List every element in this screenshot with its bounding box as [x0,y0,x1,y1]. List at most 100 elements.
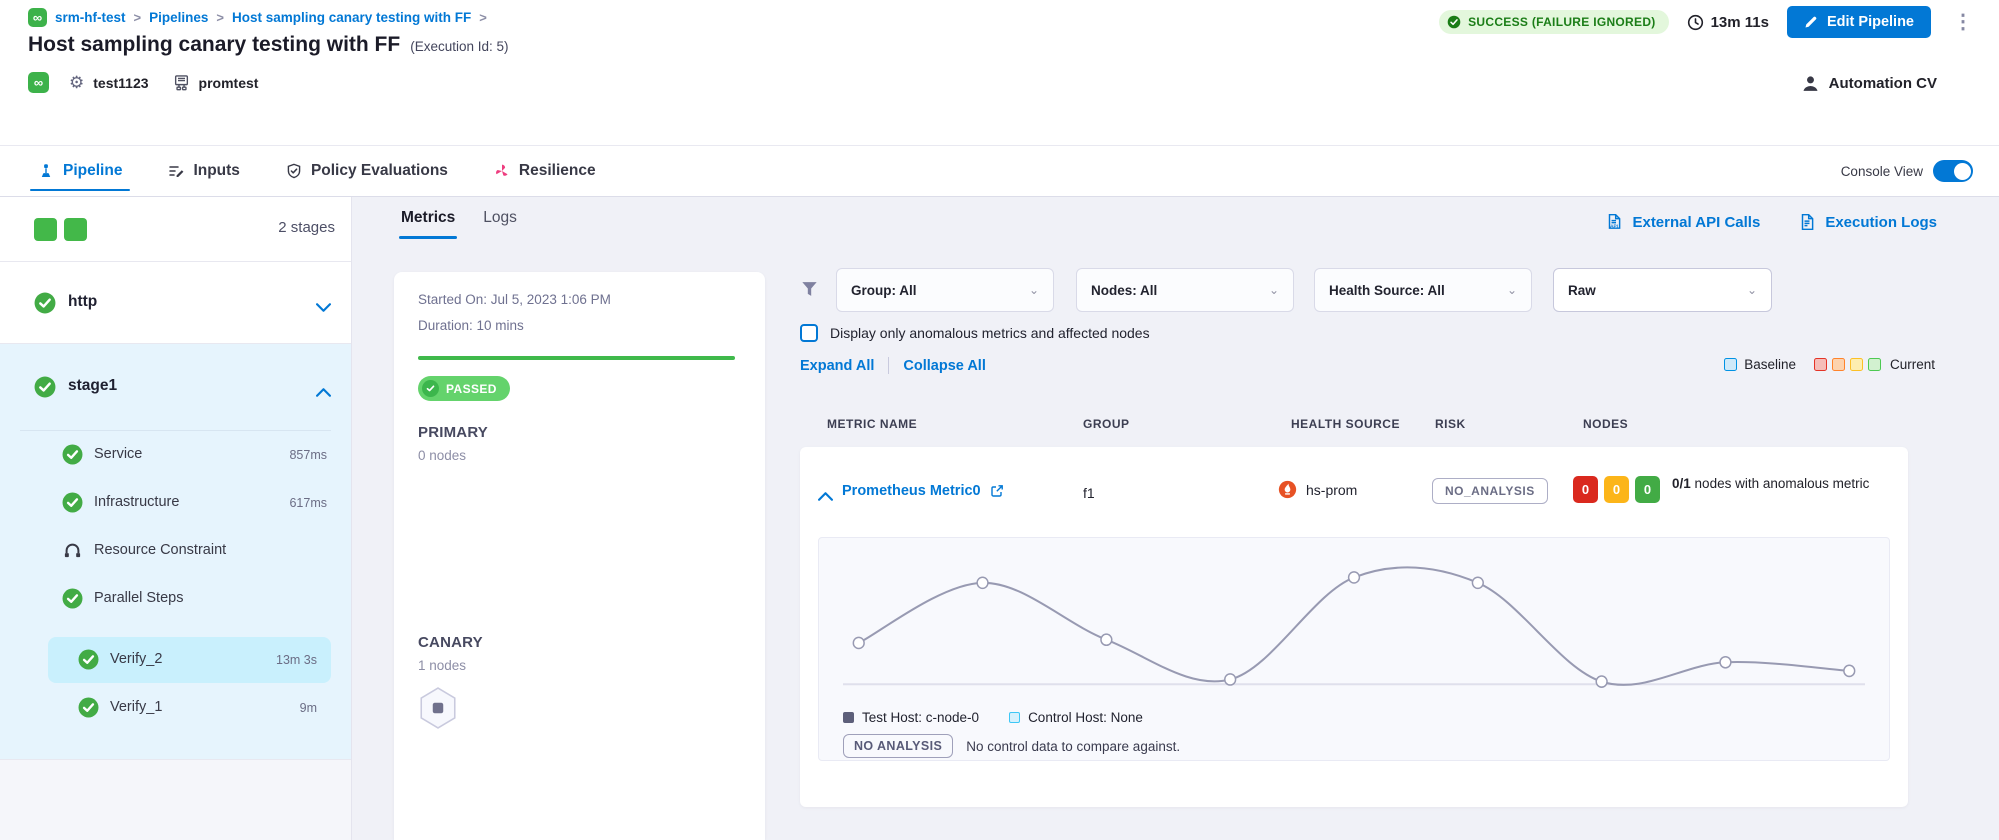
data-mode-dropdown[interactable]: Raw ⌄ [1553,268,1772,312]
external-api-calls-link[interactable]: API External API Calls [1605,213,1760,231]
execution-logs-link[interactable]: Execution Logs [1798,213,1937,231]
environment-icon [173,74,190,91]
chevron-down-icon: ⌄ [1269,283,1279,297]
header-actions: SUCCESS (FAILURE IGNORED) 13m 11s Edit P… [1439,6,1977,38]
metric-name-label: Prometheus Metric0 [842,483,981,499]
col-health-source: HEALTH SOURCE [1291,417,1400,431]
metric-chart-card: Test Host: c-node-0 Control Host: None N… [818,537,1890,761]
collapse-all-link[interactable]: Collapse All [903,358,985,374]
tab-resilience-label: Resilience [519,162,596,180]
test-host-label: Test Host: c-node-0 [862,710,979,725]
tab-policy-evaluations-label: Policy Evaluations [311,162,448,180]
sidebar-stage-stage1[interactable]: stage1 [0,344,351,430]
context-row: ∞ ⚙ test1123 promtest [28,72,258,93]
current-yellow-swatch [1850,358,1863,371]
metric-health-source: hs-prom [1278,480,1357,499]
collapse-metric-chevron-icon[interactable] [818,488,833,506]
group-filter-dropdown[interactable]: Group: All ⌄ [836,268,1054,312]
tab-inputs[interactable]: Inputs [160,146,248,196]
pencil-icon [1804,15,1818,29]
success-check-icon [62,492,83,518]
step-detail-tabs: Metrics Logs [401,209,517,239]
user-avatar-icon [1801,74,1820,93]
host-legend: Test Host: c-node-0 Control Host: None [843,710,1143,725]
external-link-icon [990,484,1004,498]
more-options-menu-icon[interactable]: ⋮ [1949,12,1977,32]
stage-success-square [64,218,87,241]
canary-node-count: 1 nodes [418,658,466,673]
canary-node-hexagon[interactable] [418,686,458,735]
baseline-legend: Baseline [1724,357,1796,372]
step-service[interactable]: Service 857ms [0,431,351,479]
step-label: Parallel Steps [94,590,183,606]
breadcrumb-pipeline-link[interactable]: Host sampling canary testing with FF [232,10,471,25]
health-source-label: hs-prom [1306,482,1357,498]
tab-metrics[interactable]: Metrics [401,209,455,239]
metric-chart[interactable] [843,550,1865,702]
step-infrastructure[interactable]: Infrastructure 617ms [0,479,351,527]
pipeline-execution-page: ∞ srm-hf-test > Pipelines > Host samplin… [0,0,1999,840]
col-risk: RISK [1435,417,1466,431]
console-view-toggle[interactable] [1933,160,1973,182]
step-label: Infrastructure [94,494,179,510]
elapsed-time: 13m 11s [1687,14,1769,31]
metric-name-link[interactable]: Prometheus Metric0 [842,483,1004,499]
data-mode-value: Raw [1568,283,1596,298]
edit-pipeline-button[interactable]: Edit Pipeline [1787,6,1931,38]
success-check-icon [78,697,99,723]
current-orange-swatch [1832,358,1845,371]
risk-badge: NO_ANALYSIS [1432,478,1548,504]
document-icon [1798,213,1816,231]
health-source-filter-dropdown[interactable]: Health Source: All ⌄ [1314,268,1532,312]
api-document-icon: API [1605,213,1623,231]
tab-policy-evaluations[interactable]: Policy Evaluations [278,146,456,196]
metric-chart-plot [843,550,1865,702]
success-check-icon [78,649,99,675]
prometheus-icon [1278,480,1297,499]
control-host-legend: Control Host: None [1009,710,1143,725]
primary-node-count: 0 nodes [418,448,466,463]
filter-funnel-icon [800,280,819,304]
step-resource-constraint[interactable]: Resource Constraint [0,527,351,575]
title-row: Host sampling canary testing with FF (Ex… [28,33,509,57]
canary-label: CANARY [418,634,483,651]
anomalous-nodes-fraction: 0/1 [1672,476,1691,491]
anomalous-filter-checkbox[interactable] [800,324,818,342]
expand-all-link[interactable]: Expand All [800,358,874,374]
chevron-up-icon[interactable] [316,384,331,402]
execution-logs-label: Execution Logs [1825,214,1937,231]
step-verify-2[interactable]: Verify_2 13m 3s [48,637,331,683]
status-badge-label: SUCCESS (FAILURE IGNORED) [1468,15,1656,29]
breadcrumb-pipelines-link[interactable]: Pipelines [149,10,208,25]
verification-summary-card: Started On: Jul 5, 2023 1:06 PM Duration… [394,272,765,840]
anomalous-filter-label: Display only anomalous metrics and affec… [830,325,1150,341]
breadcrumb-project-link[interactable]: srm-hf-test [55,10,126,25]
metric-group-value: f1 [1083,485,1095,501]
svg-text:API: API [1611,224,1619,230]
success-check-icon [62,588,83,614]
success-check-icon [34,376,56,403]
environment-name: promtest [199,75,259,91]
stage-label: http [68,293,97,311]
anomalous-nodes-text: nodes with anomalous metric [1695,476,1870,491]
tab-pipeline[interactable]: Pipeline [30,146,130,196]
chevron-down-icon[interactable] [316,299,331,317]
log-links: API External API Calls Execution Logs [1605,213,1937,231]
stage-status-squares [34,218,87,241]
service-name: test1123 [93,75,148,91]
tab-resilience[interactable]: Resilience [486,146,604,196]
node-risk-counts: 0 0 0 [1573,476,1660,503]
console-view-control: Console View [1841,160,1973,182]
step-parallel-steps[interactable]: Parallel Steps [0,575,351,623]
step-verify-1[interactable]: Verify_1 9m [48,685,331,731]
step-label: Verify_2 [110,651,162,667]
expand-collapse-row: Expand All Collapse All [800,357,986,374]
sidebar-stage1-section: stage1 Service 857ms Infrastructure 617m… [0,344,351,759]
execution-id: (Execution Id: 5) [410,39,508,54]
node-count-red: 0 [1573,476,1598,503]
sidebar-stage-http[interactable]: http [0,262,351,344]
stages-summary-header: 2 stages [0,197,351,262]
nodes-filter-dropdown[interactable]: Nodes: All ⌄ [1076,268,1294,312]
tab-logs[interactable]: Logs [483,209,517,239]
breadcrumb-separator: > [134,10,142,25]
